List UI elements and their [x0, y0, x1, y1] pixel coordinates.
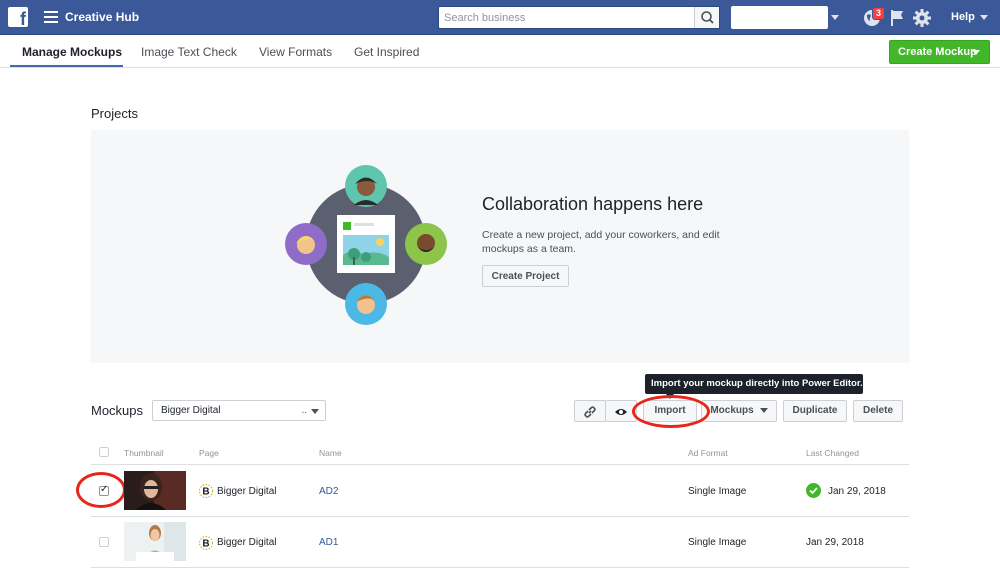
search-box: [438, 6, 720, 29]
page-filter-value: Bigger Digital: [161, 405, 221, 416]
bigger-digital-logo-icon: B: [199, 484, 213, 498]
help-link[interactable]: Help: [951, 11, 975, 23]
checkbox-highlight-ring: [76, 472, 126, 508]
check-circle-icon: [806, 483, 821, 498]
row-name-link[interactable]: AD2: [319, 486, 338, 497]
mockups-menu-label: Mockups: [710, 405, 754, 416]
column-header-last-changed[interactable]: Last Changed: [806, 448, 859, 458]
chevron-down-icon: [311, 409, 319, 414]
column-header-page[interactable]: Page: [199, 448, 219, 458]
mockup-thumbnail[interactable]: [124, 471, 186, 510]
search-button[interactable]: [694, 7, 719, 28]
import-highlight-ring: [632, 395, 710, 428]
row-divider: [91, 567, 909, 568]
row-last-changed: Jan 29, 2018: [828, 486, 886, 497]
column-header-thumbnail[interactable]: Thumbnail: [124, 448, 164, 458]
app-title[interactable]: Creative Hub: [65, 10, 139, 24]
header-divider: [91, 464, 909, 465]
svg-text:B: B: [202, 487, 209, 498]
page-filter-suffix: ..: [301, 405, 307, 416]
row-name-link[interactable]: AD1: [319, 537, 338, 548]
row-ad-format: Single Image: [688, 537, 747, 548]
column-header-name[interactable]: Name: [319, 448, 342, 458]
chevron-down-icon[interactable]: [831, 15, 839, 20]
duplicate-button[interactable]: Duplicate: [783, 400, 847, 422]
tab-manage-mockups[interactable]: Manage Mockups: [22, 45, 122, 59]
page-filter-select[interactable]: Bigger Digital ..: [152, 400, 326, 421]
create-mockup-button[interactable]: Create Mockup: [889, 40, 990, 64]
create-mockup-label: Create Mockup: [898, 46, 977, 58]
row-checkbox[interactable]: [99, 537, 109, 547]
active-tab-indicator: [10, 65, 123, 67]
link-icon: [584, 406, 596, 418]
delete-button[interactable]: Delete: [853, 400, 903, 422]
chevron-down-icon[interactable]: [980, 15, 988, 20]
svg-text:B: B: [202, 539, 209, 550]
facebook-logo-icon[interactable]: f: [8, 7, 28, 28]
chevron-down-icon: [759, 407, 768, 413]
search-icon: [701, 11, 714, 24]
chevron-down-icon: [972, 50, 980, 55]
row-ad-format: Single Image: [688, 486, 747, 497]
search-input[interactable]: [439, 7, 694, 28]
eye-icon: [615, 409, 627, 415]
tab-bar: Manage Mockups Image Text Check View For…: [0, 35, 1000, 68]
tab-get-inspired[interactable]: Get Inspired: [354, 45, 419, 59]
copy-link-button[interactable]: [574, 400, 606, 422]
gear-icon[interactable]: [912, 8, 932, 28]
projects-title: Projects: [91, 106, 138, 121]
collaboration-description: Create a new project, add your coworkers…: [482, 229, 720, 255]
tab-view-formats[interactable]: View Formats: [259, 45, 332, 59]
import-tooltip: Import your mockup directly into Power E…: [645, 374, 863, 394]
business-selector[interactable]: [731, 6, 828, 29]
notification-badge: 3: [872, 7, 886, 20]
collaboration-illustration: [285, 165, 447, 325]
flag-icon[interactable]: [887, 8, 907, 28]
collaboration-heading: Collaboration happens here: [482, 194, 704, 214]
mockup-thumbnail[interactable]: [124, 522, 186, 561]
mockups-menu-button[interactable]: Mockups: [701, 400, 777, 422]
tab-image-text-check[interactable]: Image Text Check: [141, 45, 237, 59]
row-last-changed: Jan 29, 2018: [806, 537, 864, 548]
row-divider: [91, 516, 909, 517]
bigger-digital-logo-icon: B: [199, 536, 213, 550]
top-navigation-bar: f Creative Hub 3: [0, 0, 1000, 35]
projects-empty-state: Collaboration happens here Create a new …: [91, 130, 909, 363]
create-project-button[interactable]: Create Project: [482, 265, 569, 287]
row-page: Bigger Digital: [217, 537, 277, 548]
column-header-ad-format[interactable]: Ad Format: [688, 448, 728, 458]
row-page: Bigger Digital: [217, 486, 277, 497]
select-all-checkbox[interactable]: [99, 447, 109, 457]
mockups-title: Mockups: [91, 403, 144, 418]
hamburger-menu-icon[interactable]: [44, 11, 58, 23]
